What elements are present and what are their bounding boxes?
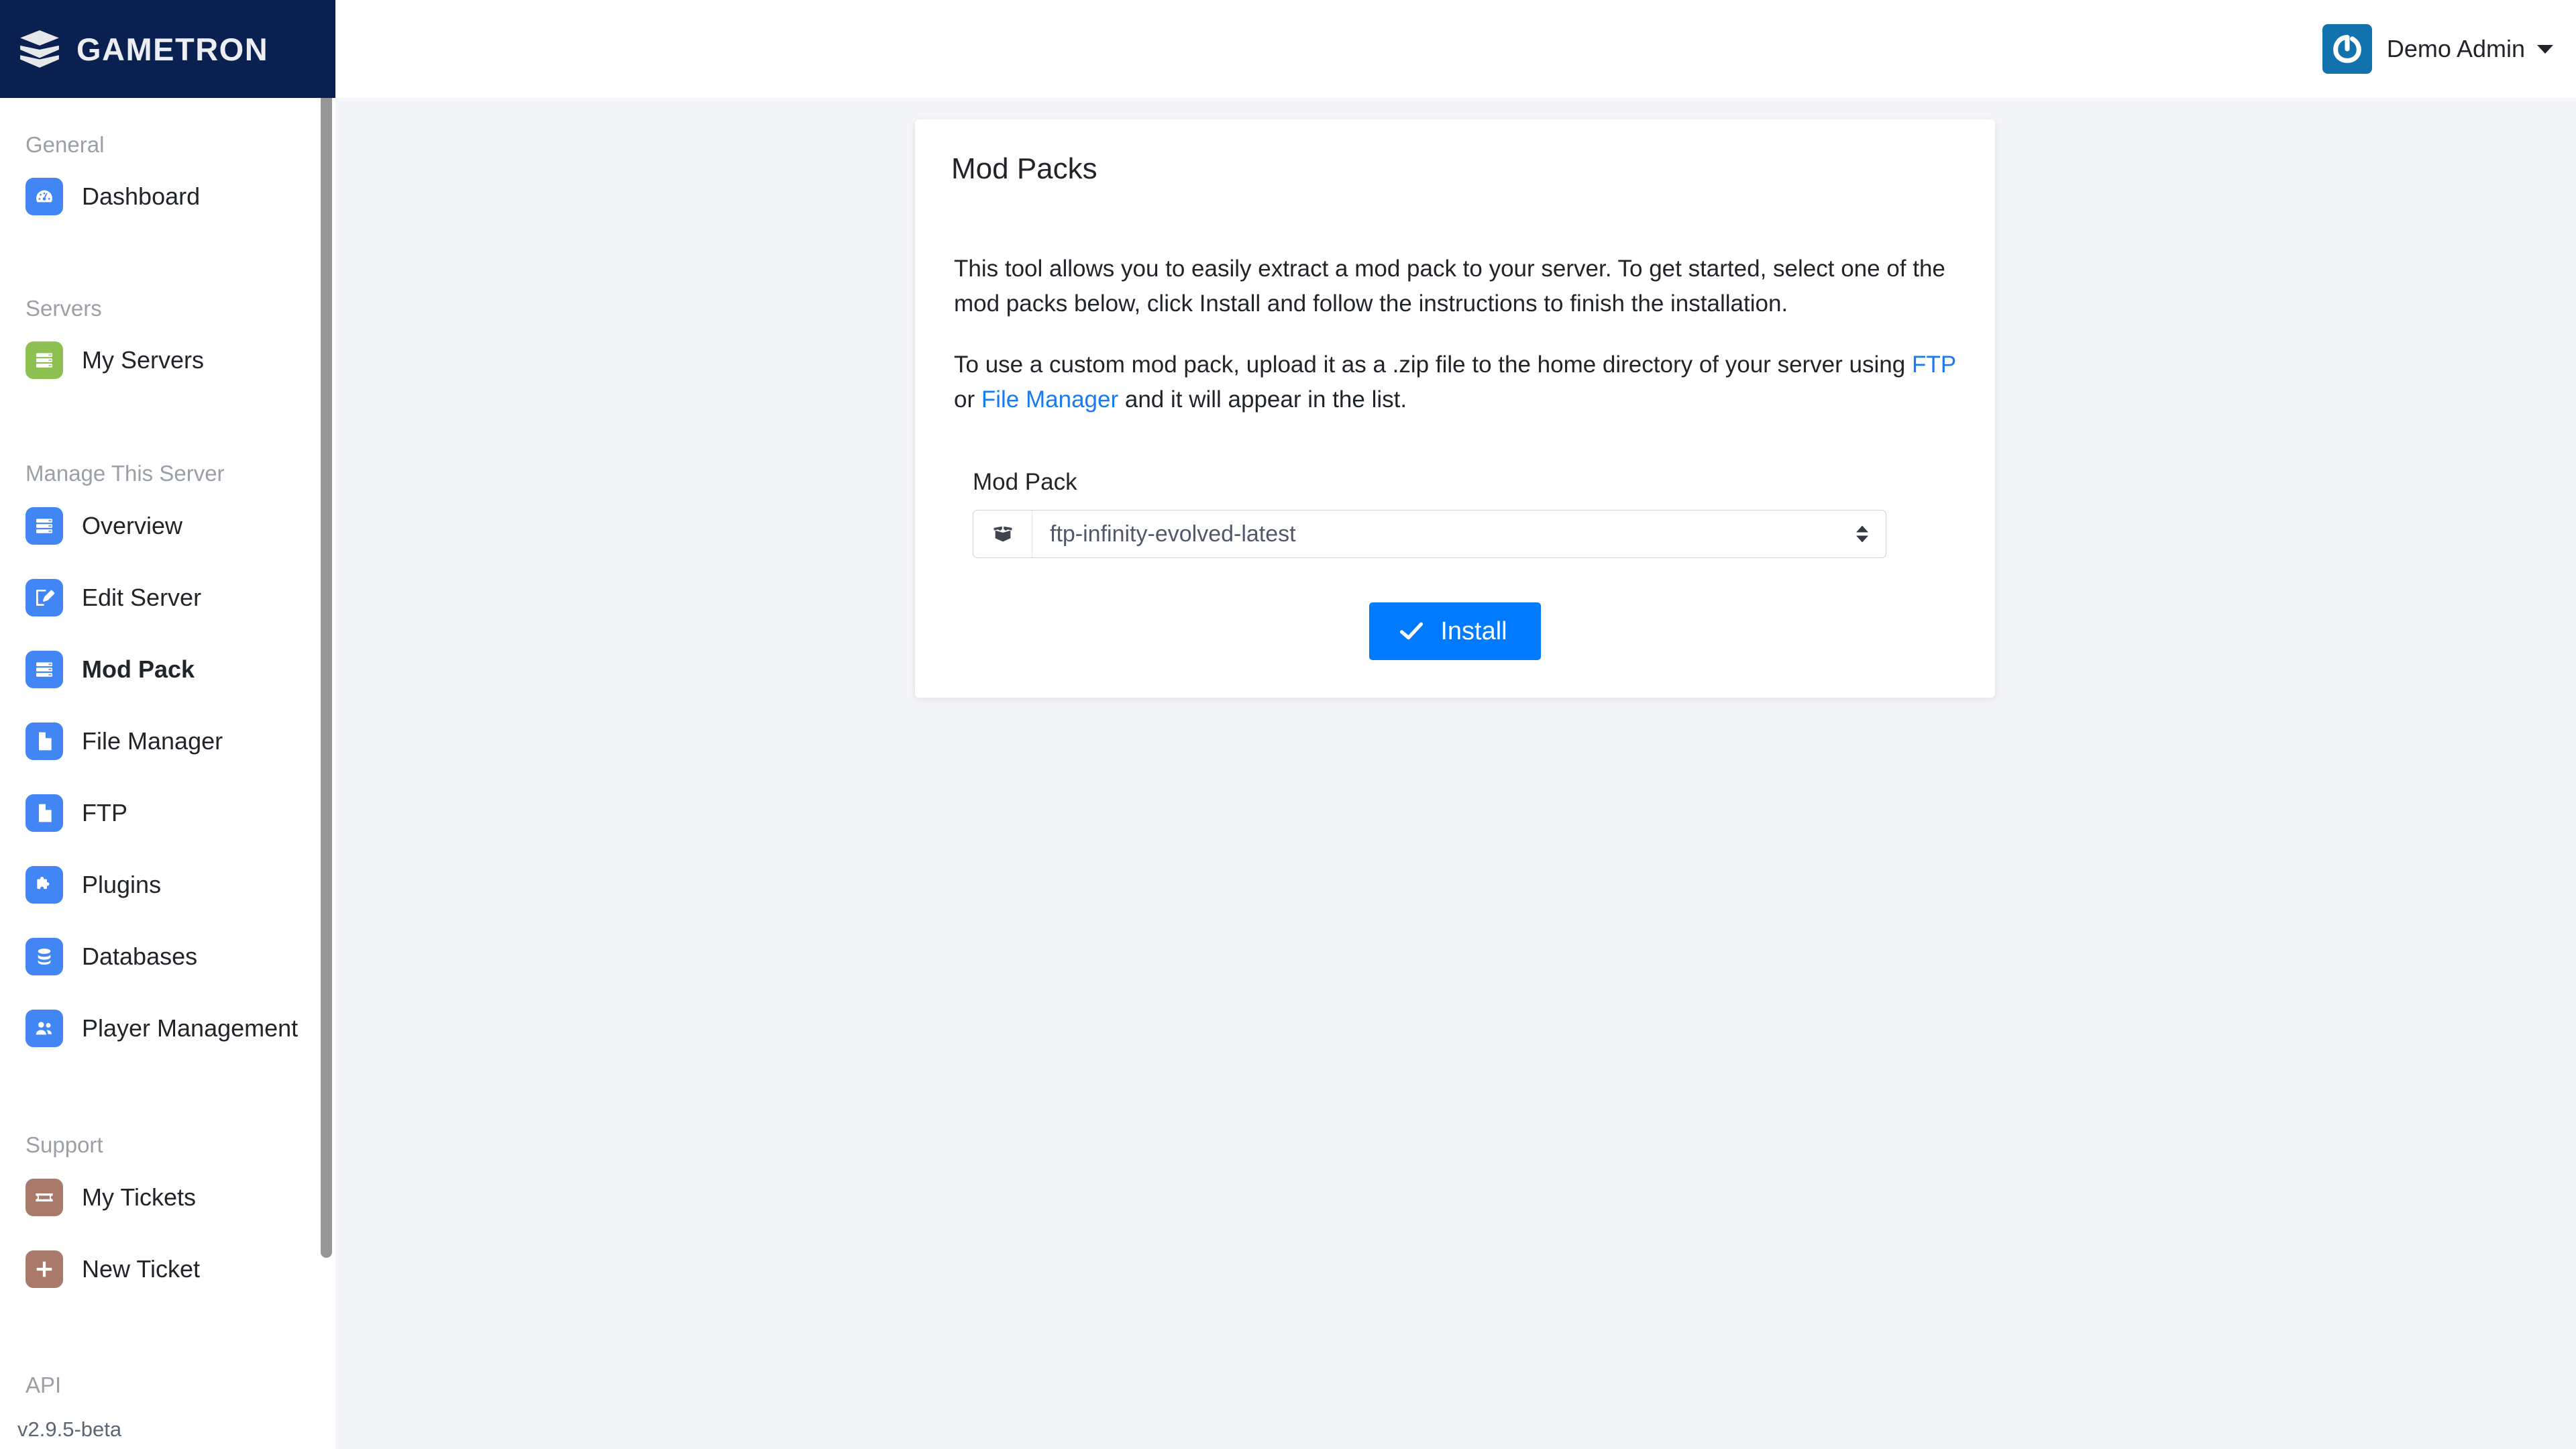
sidebar-item-file-manager[interactable]: File Manager xyxy=(0,716,223,767)
open-box-icon xyxy=(973,510,1032,557)
mod-pack-selected-value: ftp-infinity-evolved-latest xyxy=(1050,521,1296,547)
server-rack-icon xyxy=(25,341,63,379)
user-name-label: Demo Admin xyxy=(2386,35,2525,62)
mod-pack-select[interactable]: ftp-infinity-evolved-latest xyxy=(1032,511,1886,557)
sidebar-section-manage-this-server: Manage This Server xyxy=(25,461,225,486)
speedometer-icon xyxy=(25,178,63,215)
sidebar-item-label: Databases xyxy=(82,943,198,970)
sidebar-item-label: FTP xyxy=(82,799,127,826)
mod-pack-input-group: ftp-infinity-evolved-latest xyxy=(973,509,1886,558)
file-manager-link[interactable]: File Manager xyxy=(981,386,1118,413)
install-button[interactable]: Install xyxy=(1369,602,1541,660)
brand-logo-block[interactable]: GAMETRON xyxy=(0,0,335,98)
sidebar-item-label: Edit Server xyxy=(82,584,202,611)
install-button-row: Install xyxy=(951,602,1959,660)
chevron-down-icon xyxy=(2537,44,2553,54)
plus-icon xyxy=(25,1250,63,1288)
power-logo-icon xyxy=(2333,35,2361,63)
check-icon xyxy=(1400,623,1424,640)
sidebar-item-edit-server[interactable]: Edit Server xyxy=(0,572,201,623)
sidebar-item-label: Player Management xyxy=(82,1014,299,1042)
main-content-area: Mod Packs This tool allows you to easily… xyxy=(335,98,2576,1449)
sidebar-scrollbar-thumb[interactable] xyxy=(321,90,332,1258)
sidebar-item-player-management[interactable]: Player Management xyxy=(0,1003,298,1054)
sidebar-item-label: Plugins xyxy=(82,871,162,898)
mod-pack-form-group: Mod Pack ftp-infinity-evolved-latest xyxy=(951,470,1959,558)
ftp-link[interactable]: FTP xyxy=(1912,352,1955,378)
ticket-icon xyxy=(25,1179,63,1216)
custom-pack-text-3: and it will appear in the list. xyxy=(1118,386,1407,413)
server-rack-icon xyxy=(25,507,63,545)
intro-paragraph: This tool allows you to easily extract a… xyxy=(954,255,1945,317)
custom-pack-text-2: or xyxy=(954,386,981,413)
sidebar-item-dashboard[interactable]: Dashboard xyxy=(0,171,200,222)
sidebar-item-label: File Manager xyxy=(82,727,223,755)
sidebar-item-label: New Ticket xyxy=(82,1255,201,1283)
sidebar-item-mod-pack[interactable]: Mod Pack xyxy=(0,644,195,695)
sidebar-item-label: Mod Pack xyxy=(82,655,195,683)
user-menu-button[interactable]: Demo Admin xyxy=(2387,35,2553,63)
custom-pack-paragraph: To use a custom mod pack, upload it as a… xyxy=(954,347,1959,418)
sidebar-section-api: API xyxy=(25,1373,62,1397)
custom-pack-text-1: To use a custom mod pack, upload it as a… xyxy=(954,351,1912,378)
mod-packs-card: Mod Packs This tool allows you to easily… xyxy=(915,119,1995,698)
sidebar-item-new-ticket[interactable]: New Ticket xyxy=(0,1244,200,1295)
top-header-bar: GAMETRON Demo Admin xyxy=(0,0,2576,98)
sidebar-item-ftp[interactable]: FTP xyxy=(0,788,127,839)
install-button-label: Install xyxy=(1440,616,1507,645)
sidebar-item-label: Overview xyxy=(82,512,183,539)
sidebar-item-plugins[interactable]: Plugins xyxy=(0,859,161,910)
sidebar-section-support: Support xyxy=(25,1132,103,1157)
sidebar-item-label: My Servers xyxy=(82,346,205,374)
select-arrows-icon xyxy=(1856,525,1868,543)
header-user-area: Demo Admin xyxy=(2322,0,2553,98)
avatar[interactable] xyxy=(2322,24,2372,74)
brand-name: GAMETRON xyxy=(76,31,269,67)
page-title: Mod Packs xyxy=(951,152,1097,185)
pencil-square-icon xyxy=(25,579,63,616)
sidebar-item-my-tickets[interactable]: My Tickets xyxy=(0,1172,196,1223)
sidebar-item-label: My Tickets xyxy=(82,1183,197,1211)
sidebar-item-databases[interactable]: Databases xyxy=(0,931,197,982)
sidebar-section-servers: Servers xyxy=(25,296,102,321)
sidebar-item-my-servers[interactable]: My Servers xyxy=(0,335,204,386)
sidebar-item-overview[interactable]: Overview xyxy=(0,500,182,551)
puzzle-piece-icon xyxy=(25,866,63,904)
stacked-layers-icon xyxy=(20,30,59,68)
file-icon xyxy=(25,794,63,832)
app-version-label: v2.9.5-beta xyxy=(17,1417,122,1441)
mod-pack-label: Mod Pack xyxy=(973,468,1077,495)
sidebar-nav: General Dashboard Servers My Servers Man… xyxy=(0,98,335,1449)
app-root: GAMETRON Demo Admin General Dashboard Se… xyxy=(0,0,2576,1449)
sidebar-section-general: General xyxy=(25,132,105,157)
file-icon xyxy=(25,722,63,760)
users-icon xyxy=(25,1010,63,1047)
sidebar-item-label: Dashboard xyxy=(82,182,201,210)
server-rack-icon xyxy=(25,651,63,688)
database-icon xyxy=(25,938,63,975)
